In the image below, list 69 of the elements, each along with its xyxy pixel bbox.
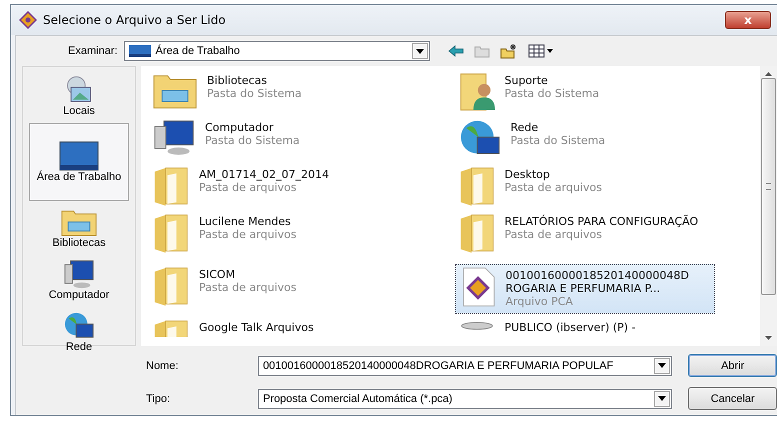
- file-name: Google Talk Arquivos: [199, 321, 314, 334]
- folder-icon: [153, 166, 189, 206]
- file-name: Suporte: [504, 74, 549, 87]
- file-item[interactable]: PUBLICO (ibserver) (P) -: [454, 317, 714, 337]
- file-item[interactable]: Computador Pasta do Sistema: [149, 117, 409, 161]
- file-name: Lucilene Mendes: [199, 215, 292, 228]
- close-button[interactable]: x: [725, 11, 771, 29]
- file-type: Pasta de arquivos: [199, 181, 298, 194]
- file-name: Bibliotecas: [207, 74, 268, 87]
- file-type: Pasta de arquivos: [504, 181, 602, 194]
- file-item[interactable]: Rede Pasta do Sistema: [454, 117, 714, 161]
- file-item[interactable]: AM_01714_02_07_2014 Pasta de arquivos: [149, 164, 409, 208]
- file-item[interactable]: Desktop Pasta de arquivos: [454, 164, 714, 208]
- diamond-icon: [19, 11, 37, 29]
- file-name: Rede: [510, 121, 540, 134]
- file-type: Pasta de arquivos: [199, 281, 296, 294]
- file-item[interactable]: Bibliotecas Pasta do Sistema: [149, 70, 409, 114]
- file-item[interactable]: 0010016000018520140000048D ROGARIA E PERFUMARIA P... Arquivo PCA: [454, 264, 714, 314]
- file-name: 0010016000018520140000048D ROGARIA E PERFUMARIA P...: [506, 269, 690, 295]
- caret-icon: [416, 48, 424, 54]
- folder-icon: [458, 213, 494, 253]
- look-in-dropdown[interactable]: Área de Trabalho: [124, 41, 430, 61]
- file-type-dropdown[interactable]: Proposta Comercial Automática (*.pca): [258, 388, 672, 408]
- filename-label: Nome:: [146, 360, 180, 372]
- file-type: Pasta do Sistema: [205, 134, 300, 147]
- places-item[interactable]: Computador: [29, 255, 129, 305]
- places-item[interactable]: Locais: [29, 71, 129, 121]
- caret-icon: [658, 396, 666, 401]
- file-name: SICOM: [199, 268, 236, 281]
- back-arrow-icon[interactable]: [448, 45, 464, 57]
- file-type: Pasta de arquivos: [199, 228, 296, 241]
- places-item[interactable]: Rede: [29, 307, 129, 357]
- user-folder-icon: [458, 72, 494, 112]
- filename-field[interactable]: 0010016000018520140000048DROGARIA E PERFUMARIA POPULAF: [258, 356, 672, 376]
- scroll-up-icon[interactable]: [765, 72, 772, 76]
- file-item[interactable]: SICOM Pasta de arquivos: [149, 264, 409, 308]
- new-folder-icon[interactable]: [500, 43, 518, 59]
- file-name: Computador: [205, 121, 274, 134]
- file-type: Pasta do Sistema: [504, 87, 600, 100]
- folder-icon: [153, 213, 189, 253]
- file-type: Pasta do Sistema: [510, 134, 606, 147]
- caret-icon: [658, 363, 666, 368]
- file-type: Pasta de arquivos: [504, 228, 603, 241]
- file-name: Desktop: [504, 168, 551, 181]
- scroll-down-icon[interactable]: [765, 336, 772, 340]
- computer-icon: [153, 119, 195, 156]
- window-title: Selecione o Arquivo a Ser Lido: [43, 13, 226, 27]
- computer-icon: [63, 259, 95, 289]
- cancel-button[interactable]: Cancelar: [688, 387, 777, 410]
- file-item[interactable]: RELATÓRIOS PARA CONFIGURAÇÃO Pasta de arquivos: [454, 211, 714, 261]
- file-type: Arquivo PCA: [506, 295, 574, 308]
- desktop-icon: [128, 45, 151, 57]
- folder-icon: [153, 266, 189, 306]
- view-menu-icon[interactable]: [528, 44, 554, 58]
- file-name: RELATÓRIOS PARA CONFIGURAÇÃO: [504, 215, 698, 228]
- file-item[interactable]: Lucilene Mendes Pasta de arquivos: [149, 211, 409, 261]
- open-button[interactable]: Abrir: [688, 354, 777, 377]
- file-type: Pasta do Sistema: [207, 87, 302, 100]
- places-item[interactable]: Bibliotecas: [29, 203, 129, 253]
- drive-icon: [458, 319, 494, 331]
- look-in-label: Examinar:: [68, 45, 118, 57]
- file-item[interactable]: Google Talk Arquivos: [149, 317, 409, 337]
- file-name: AM_01714_02_07_2014: [199, 168, 329, 181]
- file-type-label: Tipo:: [146, 392, 172, 404]
- desktop-icon: [59, 141, 99, 171]
- places-item[interactable]: Área de Trabalho: [29, 123, 129, 201]
- folder-icon: [458, 166, 494, 206]
- file-item[interactable]: Suporte Pasta do Sistema: [454, 70, 714, 114]
- file-name: PUBLICO (ibserver) (P) -: [504, 321, 636, 334]
